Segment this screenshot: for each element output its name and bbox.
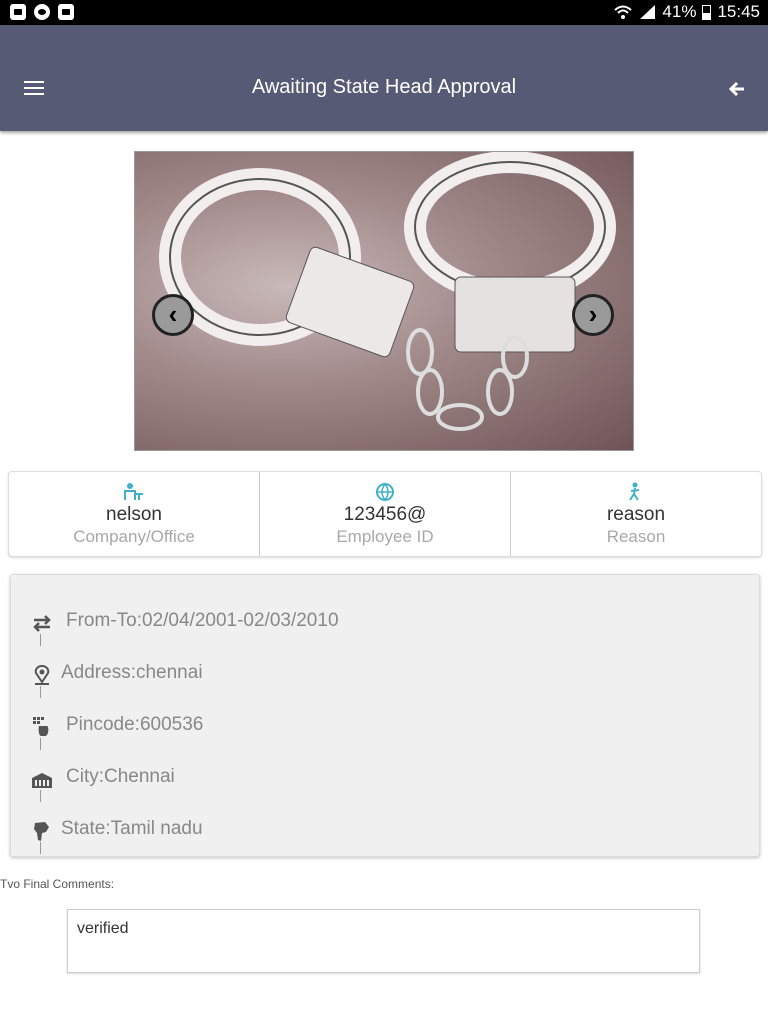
status-bar: 41% 15:45 [0,0,768,25]
info-company: nelson Company/Office [9,472,259,556]
battery-percent: 41% [662,2,697,21]
location-pin-icon [34,664,50,685]
info-reason: reason Reason [510,472,761,556]
details-panel: From-To:02/04/2001-02/03/2010 Address:ch… [10,574,760,857]
comments-field[interactable]: verified [67,909,700,973]
reason-value: reason [606,504,666,525]
walking-person-icon [629,482,640,501]
city-buildings-icon [32,773,52,788]
office-worker-icon [124,483,143,500]
state-text: State:Tamil nadu [61,818,203,839]
employee-id-label: Employee ID [336,527,434,546]
handcuffs-image [159,152,616,431]
from-to-text: From-To:02/04/2001-02/03/2010 [66,610,339,631]
wifi-icon [614,5,633,19]
clipboard-notification-icon [58,4,74,20]
battery-icon [702,4,712,20]
back-arrow-icon[interactable] [728,80,746,98]
reason-label: Reason [606,527,666,546]
pincode-text: Pincode:600536 [66,714,204,735]
company-label: Company/Office [73,527,195,546]
clock: 15:45 [717,2,760,21]
page-title: Awaiting State Head Approval [251,76,517,98]
carousel-prev-button[interactable]: ‹ [152,294,194,336]
globe-id-icon [376,483,394,501]
comments-label: Tvo Final Comments: [0,877,115,891]
employee-id-value: 123456@ [343,504,427,525]
carousel-next-button[interactable]: › [572,294,614,336]
region-map-icon [34,822,49,841]
app-bar: Awaiting State Head Approval [0,25,768,131]
camera-notification-icon [34,4,50,20]
employee-info-card: nelson Company/Office 123456@ Employee I… [8,471,762,557]
comments-value: verified [77,920,129,937]
gallery-notification-icon [10,4,26,20]
image-carousel[interactable]: ‹ › [134,151,634,451]
info-employee-id: 123456@ Employee ID [259,472,510,556]
signal-icon [640,5,656,19]
address-text: Address:chennai [61,662,203,683]
keypad-hand-icon [33,717,49,736]
city-text: City:Chennai [66,766,175,787]
company-value: nelson [106,504,162,525]
swap-arrows-icon [33,615,51,632]
